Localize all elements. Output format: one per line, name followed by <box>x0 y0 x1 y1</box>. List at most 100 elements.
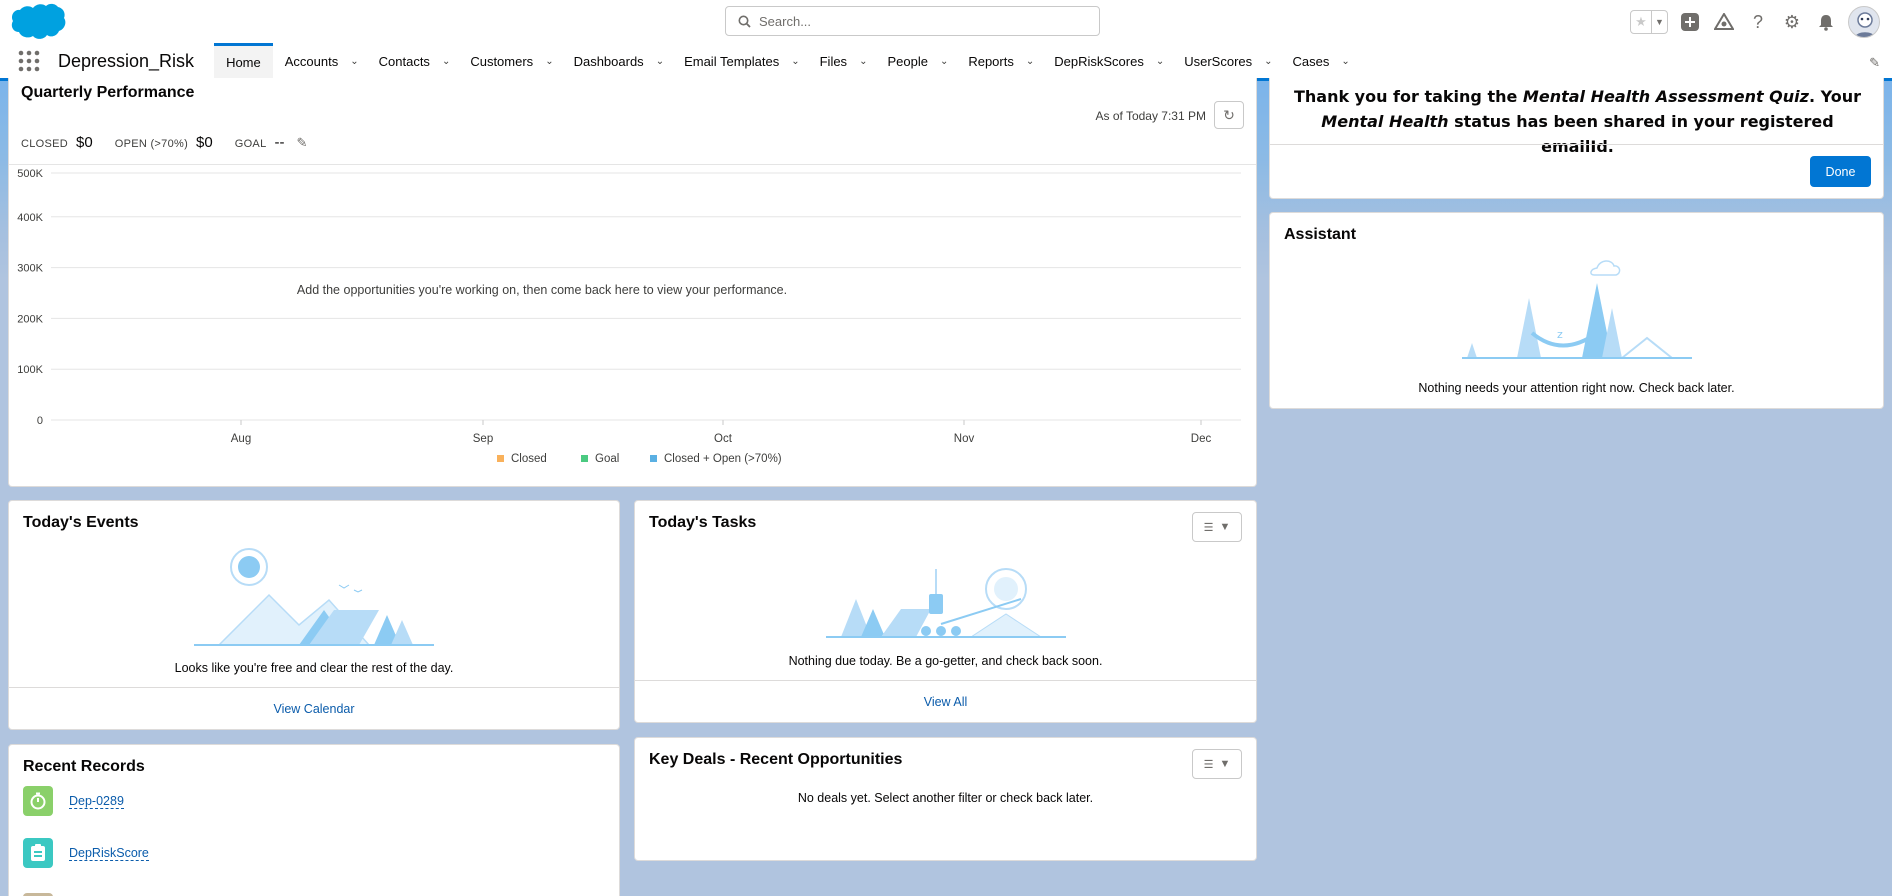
search-icon <box>738 15 751 28</box>
relaxing-illustration-icon <box>825 568 1066 638</box>
recent-record-link[interactable]: DepRiskScore <box>69 846 149 861</box>
kpi-goal-value: -- <box>274 134 285 151</box>
nav-tab-depriskscores[interactable]: DepRiskScores ⌄ <box>1042 43 1172 80</box>
deals-filter-button[interactable]: ☰ ▼ <box>1192 749 1242 779</box>
nav-tab-label: Accounts <box>284 53 339 69</box>
y-tick-label: 100K <box>17 364 43 376</box>
app-launcher-icon[interactable] <box>0 43 58 80</box>
header-actions: ★ ▼ ? ⚙ <box>1630 6 1880 38</box>
tasks-empty-message: Nothing due today. Be a go-getter, and c… <box>788 654 1103 668</box>
nav-tab-reports[interactable]: Reports ⌄ <box>956 43 1042 80</box>
chevron-down-icon[interactable]: ⌄ <box>791 56 799 67</box>
chevron-down-icon[interactable]: ⌄ <box>1156 56 1164 67</box>
legend-label: Goal <box>595 453 619 465</box>
tasks-title: Today's Tasks <box>649 514 757 531</box>
deals-title: Key Deals - Recent Opportunities <box>649 751 903 768</box>
chevron-down-icon[interactable]: ⌄ <box>442 56 450 67</box>
nav-tab-label: Customers <box>470 53 534 69</box>
nav-tab-customers[interactable]: Customers ⌄ <box>458 43 561 80</box>
y-tick-label: 200K <box>17 313 43 325</box>
nav-tab-dashboards[interactable]: Dashboards ⌄ <box>562 43 673 80</box>
nav-tab-email-templates[interactable]: Email Templates ⌄ <box>672 43 808 80</box>
filter-list-icon: ☰ <box>1203 758 1214 771</box>
stopwatch-icon <box>23 786 53 816</box>
app-navigation-bar: Depression_Risk Home Accounts ⌄ Contacts ⌄ Cu… <box>0 42 1892 81</box>
kpi-closed-value: $0 <box>76 134 93 151</box>
nav-tab-userscores[interactable]: UserScores ⌄ <box>1172 43 1280 80</box>
legend-swatch <box>650 455 657 462</box>
recent-records-card: Recent Records Dep-0289 DepRiskScore <box>8 744 620 896</box>
done-button[interactable]: Done <box>1810 156 1871 187</box>
assistant-title: Assistant <box>1284 226 1357 243</box>
chevron-down-icon[interactable]: ⌄ <box>545 56 553 67</box>
chevron-down-icon[interactable]: ⌄ <box>350 56 358 67</box>
edit-nav-pencil-icon[interactable]: ✎ <box>1869 55 1880 71</box>
tasks-footer: View All <box>635 680 1256 722</box>
camping-illustration-icon <box>194 548 434 646</box>
edit-goal-pencil-icon[interactable]: ✎ <box>297 135 308 151</box>
confirmation-message: Thank you for taking the Mental Health A… <box>1290 84 1865 159</box>
chevron-down-icon[interactable]: ⌄ <box>1026 56 1034 67</box>
kpi-open-label: OPEN (>70%) <box>114 138 189 150</box>
hammock-illustration-icon: z <box>1461 260 1692 359</box>
chevron-down-icon[interactable]: ⌄ <box>656 56 664 67</box>
y-tick-label: 500K <box>17 168 43 180</box>
x-tick-label: Sep <box>473 433 493 445</box>
chevron-down-icon[interactable]: ⌄ <box>1264 56 1272 67</box>
todays-tasks-card: Today's Tasks ☰ ▼ Nothing due today. Be a… <box>634 500 1257 723</box>
nav-tab-files[interactable]: Files ⌄ <box>808 43 876 80</box>
kpi-closed-label: CLOSED <box>21 138 69 150</box>
trailhead-icon[interactable] <box>1712 10 1736 34</box>
recent-record-row[interactable]: DepRiskScore <box>23 838 149 868</box>
favorites-dropdown-icon[interactable]: ▼ <box>1651 11 1667 33</box>
events-footer: View Calendar <box>9 687 619 729</box>
user-avatar[interactable] <box>1848 6 1880 38</box>
nav-tab-label: Email Templates <box>684 53 780 69</box>
global-search-box[interactable] <box>725 6 1100 36</box>
events-empty-message: Looks like you're free and clear the res… <box>174 661 454 675</box>
setup-gear-icon[interactable]: ⚙ <box>1780 10 1804 34</box>
legend-swatch <box>581 455 588 462</box>
performance-chart: 0 100K 200K 300K 400K 500K Aug Sep Oct Nov Dec Add … <box>17 168 1241 465</box>
performance-kpis: CLOSED $0 OPEN (>70%) $0 GOAL -- ✎ <box>21 134 307 151</box>
search-input[interactable] <box>759 13 1079 29</box>
x-tick-label: Nov <box>954 433 975 445</box>
nav-tab-label: Cases <box>1292 53 1330 69</box>
nav-tab-home[interactable]: Home <box>214 42 273 80</box>
star-icon[interactable]: ★ <box>1631 11 1651 33</box>
assistant-empty-message: Nothing needs your attention right now. … <box>1418 381 1735 395</box>
nav-tab-label: People <box>887 53 928 69</box>
chevron-down-icon: ▼ <box>1219 521 1231 533</box>
nav-items: Home Accounts ⌄ Contacts ⌄ Customers ⌄ Dashboar… <box>214 42 1358 80</box>
as-of-timestamp: As of Today 7:31 PM <box>1095 109 1206 123</box>
view-all-tasks-link[interactable]: View All <box>924 695 968 709</box>
nav-tab-people[interactable]: People ⌄ <box>875 43 956 80</box>
nav-tab-label: DepRiskScores <box>1054 53 1144 69</box>
recent-record-row[interactable]: Dep-0289 <box>23 786 124 816</box>
tasks-filter-button[interactable]: ☰ ▼ <box>1192 512 1242 542</box>
app-name: Depression_Risk <box>58 50 195 71</box>
notifications-bell-icon[interactable] <box>1814 10 1838 34</box>
kpi-closed: CLOSED $0 <box>21 134 93 151</box>
nav-tab-accounts[interactable]: Accounts ⌄ <box>273 43 367 80</box>
salesforce-logo-icon[interactable] <box>10 3 66 41</box>
y-tick-label: 0 <box>37 415 43 427</box>
add-icon[interactable] <box>1678 10 1702 34</box>
nav-tab-label: Contacts <box>378 53 430 69</box>
confirmation-text-1: Thank you for taking the <box>1293 87 1523 106</box>
chevron-down-icon[interactable]: ⌄ <box>940 56 948 67</box>
help-icon[interactable]: ? <box>1746 10 1770 34</box>
x-tick-label: Oct <box>714 433 733 445</box>
key-deals-card: Key Deals - Recent Opportunities ☰ ▼ No d… <box>634 737 1257 861</box>
nav-tab-contacts[interactable]: Contacts ⌄ <box>367 43 459 80</box>
nav-tab-cases[interactable]: Cases ⌄ <box>1281 43 1358 80</box>
nav-tab-label: UserScores <box>1184 53 1253 69</box>
y-tick-label: 300K <box>17 263 43 275</box>
refresh-button[interactable]: ↻ <box>1214 101 1244 129</box>
chevron-down-icon[interactable]: ⌄ <box>859 56 867 67</box>
view-calendar-link[interactable]: View Calendar <box>273 702 354 716</box>
global-header: ★ ▼ ? ⚙ <box>0 0 1892 44</box>
legend-swatch <box>497 455 504 462</box>
recent-record-link[interactable]: Dep-0289 <box>69 794 124 809</box>
chevron-down-icon[interactable]: ⌄ <box>1341 56 1349 67</box>
